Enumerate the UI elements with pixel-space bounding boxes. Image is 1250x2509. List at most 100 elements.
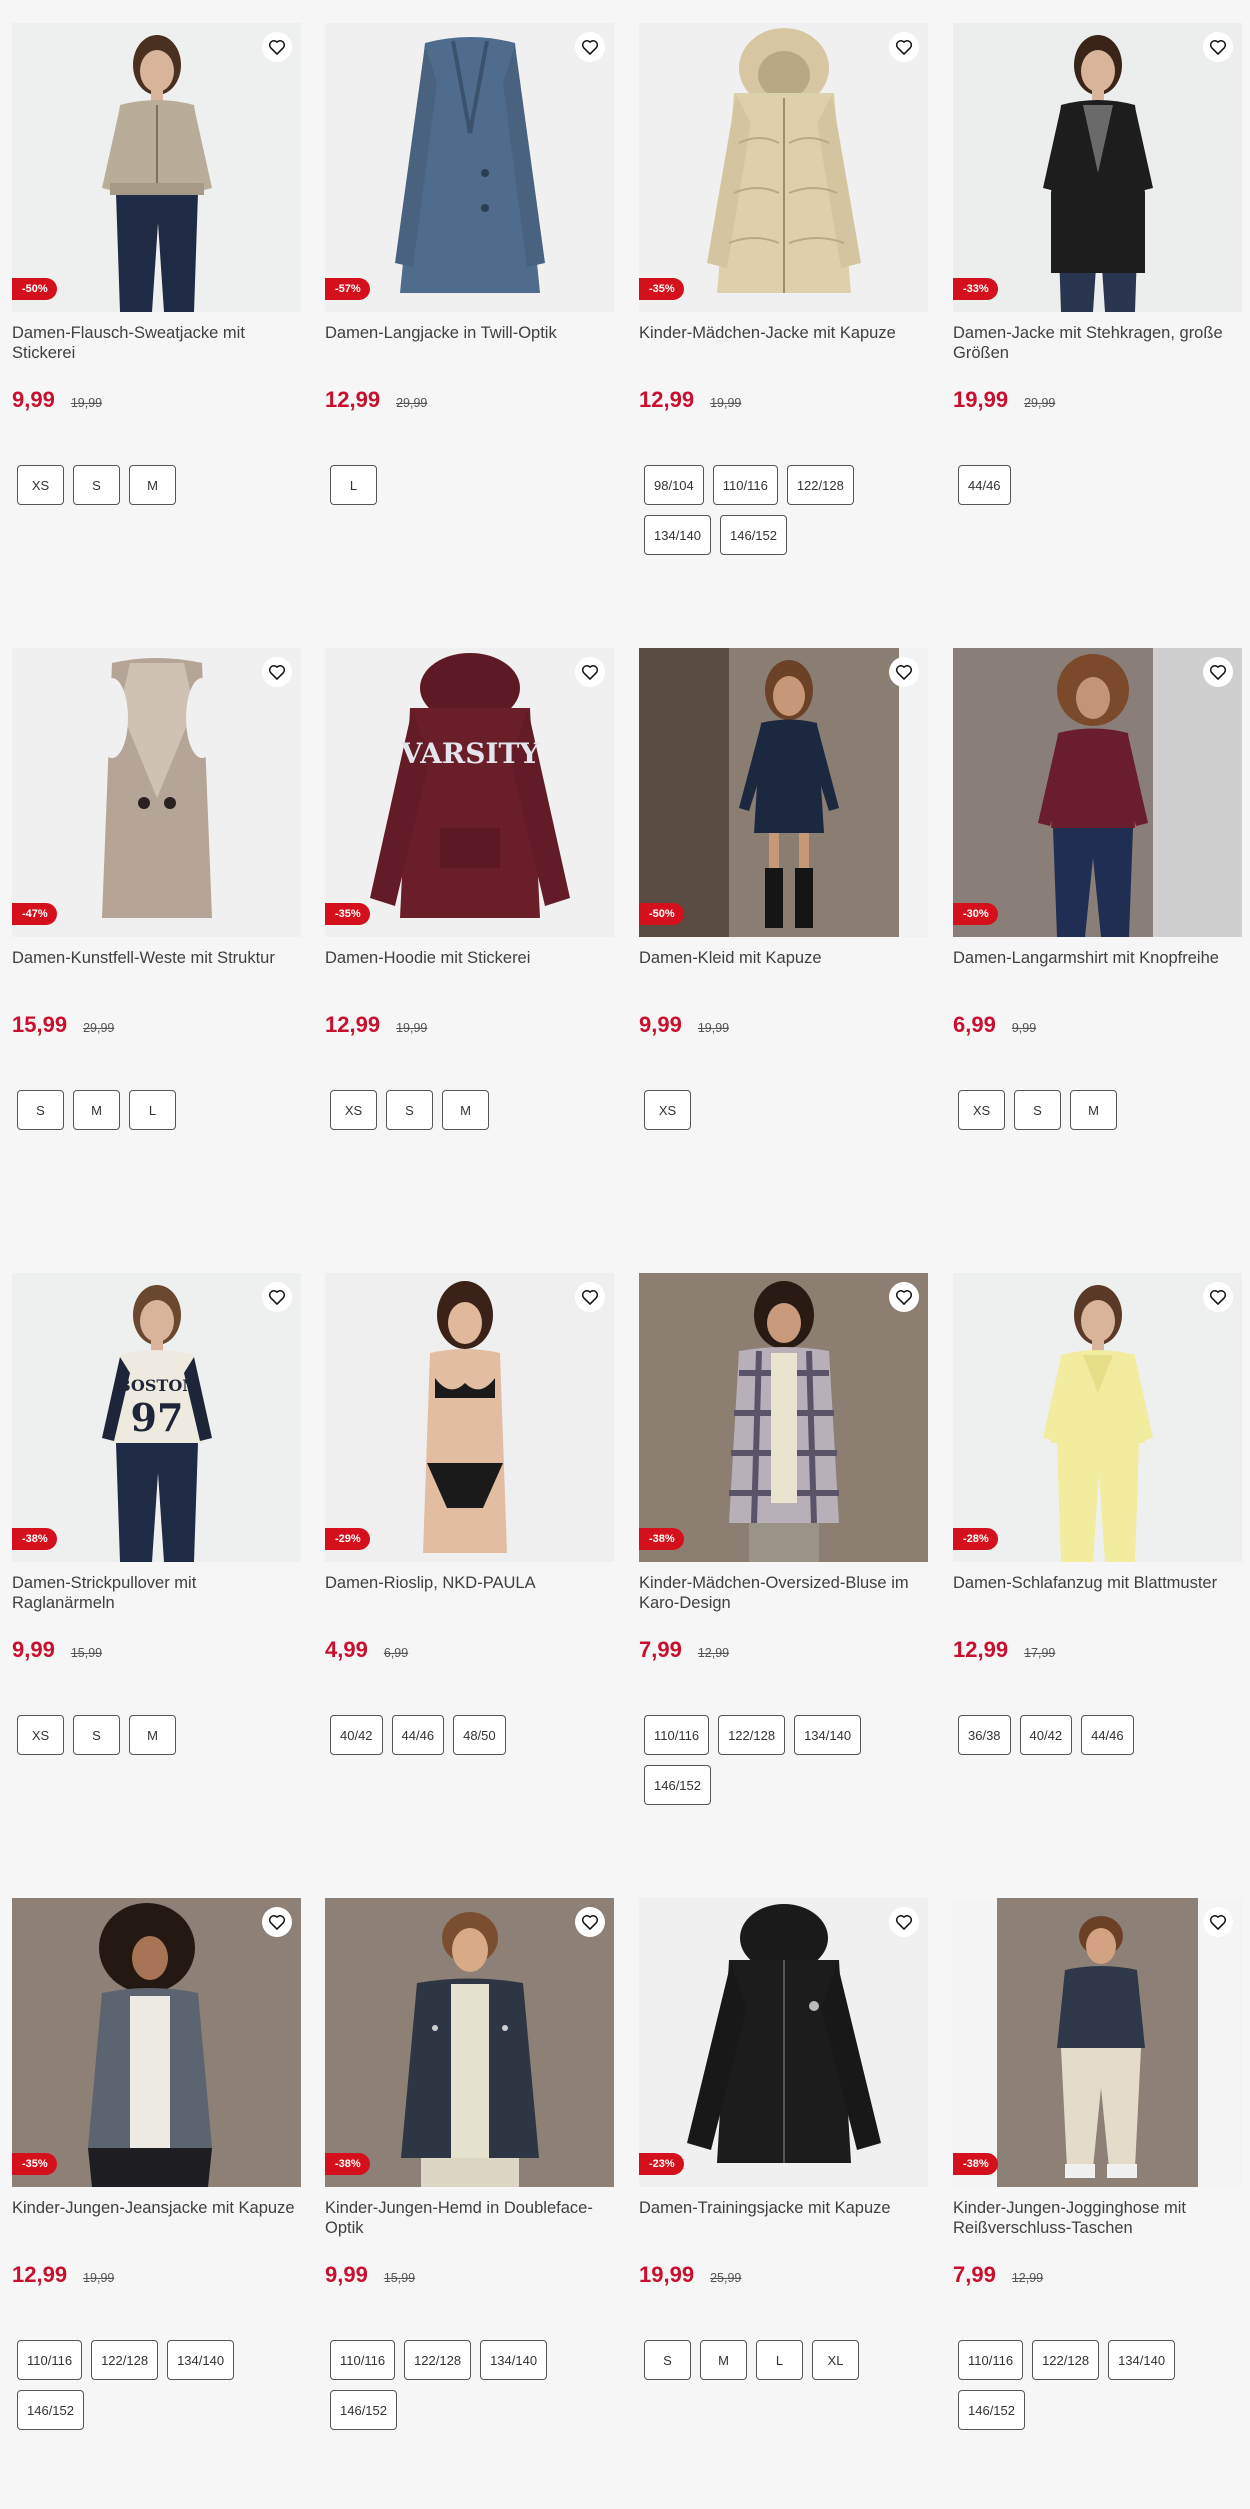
- product-image[interactable]: -33%: [953, 23, 1242, 312]
- wishlist-button[interactable]: [575, 657, 605, 687]
- wishlist-button[interactable]: [1203, 657, 1233, 687]
- product-title[interactable]: Damen-Rioslip, NKD-PAULA: [325, 1573, 614, 1633]
- product-image[interactable]: -38%: [325, 1898, 614, 2187]
- product-title[interactable]: Damen-Schlafanzug mit Blattmuster: [953, 1573, 1242, 1633]
- product-title[interactable]: Kinder-Jungen-Hemd in Doubleface-Optik: [325, 2198, 614, 2258]
- size-option-button[interactable]: 40/42: [1019, 1715, 1073, 1755]
- size-option-button[interactable]: L: [756, 2340, 803, 2380]
- size-option-button[interactable]: M: [129, 465, 176, 505]
- product-image[interactable]: -28%: [953, 1273, 1242, 1562]
- size-option-button[interactable]: 110/116: [330, 2340, 396, 2380]
- product-card[interactable]: -38% Kinder-Jungen-Hemd in Doubleface-Opt…: [325, 1898, 614, 2430]
- product-title[interactable]: Damen-Flausch-Sweatjacke mit Stickerei: [12, 323, 301, 383]
- product-image[interactable]: -35%: [639, 23, 928, 312]
- size-option-button[interactable]: 44/46: [391, 1715, 445, 1755]
- size-option-button[interactable]: XL: [812, 2340, 859, 2380]
- size-option-button[interactable]: 146/152: [644, 1765, 711, 1805]
- product-image[interactable]: -30%: [953, 648, 1242, 937]
- size-option-button[interactable]: M: [442, 1090, 489, 1130]
- product-title[interactable]: Damen-Kleid mit Kapuze: [639, 948, 928, 1008]
- wishlist-button[interactable]: [262, 32, 292, 62]
- product-image[interactable]: -23%: [639, 1898, 928, 2187]
- product-card[interactable]: -28% Damen-Schlafanzug mit Blattmuster 12,…: [953, 1273, 1242, 1755]
- product-title[interactable]: Damen-Hoodie mit Stickerei: [325, 948, 614, 1008]
- size-option-button[interactable]: S: [386, 1090, 433, 1130]
- product-title[interactable]: Damen-Langarmshirt mit Knopfreihe: [953, 948, 1242, 1008]
- size-option-button[interactable]: M: [700, 2340, 747, 2380]
- size-option-button[interactable]: XS: [644, 1090, 691, 1130]
- product-card[interactable]: -29% Damen-Rioslip, NKD-PAULA 4,99 6,99 40/4…: [325, 1273, 614, 1755]
- size-option-button[interactable]: 122/128: [404, 2340, 472, 2380]
- size-option-button[interactable]: 122/128: [1032, 2340, 1100, 2380]
- size-option-button[interactable]: L: [330, 465, 377, 505]
- size-option-button[interactable]: M: [73, 1090, 120, 1130]
- size-option-button[interactable]: S: [644, 2340, 691, 2380]
- product-title[interactable]: Damen-Strickpullover mit Raglanärmeln: [12, 1573, 301, 1633]
- wishlist-button[interactable]: [889, 1907, 919, 1937]
- wishlist-button[interactable]: [262, 1282, 292, 1312]
- size-option-button[interactable]: 44/46: [1081, 1715, 1134, 1755]
- product-image[interactable]: BOSTON 97 -38%: [12, 1273, 301, 1562]
- size-option-button[interactable]: 122/128: [786, 465, 854, 505]
- size-option-button[interactable]: 36/38: [958, 1715, 1011, 1755]
- product-image[interactable]: -35%: [12, 1898, 301, 2187]
- product-card[interactable]: -50% Damen-Flausch-Sweatjacke mit Sticker…: [12, 23, 301, 505]
- size-option-button[interactable]: S: [17, 1090, 64, 1130]
- wishlist-button[interactable]: [575, 1907, 605, 1937]
- product-image[interactable]: -38%: [639, 1273, 928, 1562]
- size-option-button[interactable]: XS: [330, 1090, 377, 1130]
- size-option-button[interactable]: 146/152: [17, 2390, 84, 2430]
- size-option-button[interactable]: 110/116: [644, 1715, 710, 1755]
- product-card[interactable]: -33% Damen-Jacke mit Stehkragen, große Gr…: [953, 23, 1242, 505]
- size-option-button[interactable]: S: [73, 1715, 120, 1755]
- size-option-button[interactable]: 110/116: [17, 2340, 83, 2380]
- product-title[interactable]: Damen-Kunstfell-Weste mit Struktur: [12, 948, 301, 1008]
- size-option-button[interactable]: XS: [958, 1090, 1005, 1130]
- wishlist-button[interactable]: [889, 657, 919, 687]
- size-option-button[interactable]: 48/50: [453, 1715, 506, 1755]
- size-option-button[interactable]: 122/128: [718, 1715, 786, 1755]
- product-title[interactable]: Damen-Jacke mit Stehkragen, große Größen: [953, 323, 1242, 383]
- size-option-button[interactable]: 146/152: [958, 2390, 1025, 2430]
- product-card[interactable]: -57% Damen-Langjacke in Twill-Optik 12,99 2…: [325, 23, 614, 505]
- size-option-button[interactable]: 134/140: [1108, 2340, 1176, 2380]
- wishlist-button[interactable]: [262, 1907, 292, 1937]
- wishlist-button[interactable]: [889, 32, 919, 62]
- product-image[interactable]: -57%: [325, 23, 614, 312]
- size-option-button[interactable]: S: [73, 465, 120, 505]
- wishlist-button[interactable]: [1203, 1907, 1233, 1937]
- wishlist-button[interactable]: [575, 32, 605, 62]
- product-card[interactable]: -35% Kinder-Mädchen-Jacke mit Kapuze 12,99…: [639, 23, 928, 555]
- product-image[interactable]: -50%: [12, 23, 301, 312]
- size-option-button[interactable]: 146/152: [720, 515, 787, 555]
- product-card[interactable]: -23% Damen-Trainingsjacke mit Kapuze 19,99…: [639, 1898, 928, 2380]
- product-card[interactable]: -50% Damen-Kleid mit Kapuze 9,99 19,99 XS: [639, 648, 928, 1130]
- size-option-button[interactable]: 134/140: [480, 2340, 548, 2380]
- size-option-button[interactable]: 134/140: [644, 515, 711, 555]
- product-title[interactable]: Damen-Langjacke in Twill-Optik: [325, 323, 614, 383]
- product-title[interactable]: Kinder-Jungen-Jeansjacke mit Kapuze: [12, 2198, 301, 2258]
- size-option-button[interactable]: L: [129, 1090, 176, 1130]
- size-option-button[interactable]: 98/104: [644, 465, 704, 505]
- product-title[interactable]: Kinder-Jungen-Jogginghose mit Reißversch…: [953, 2198, 1242, 2258]
- product-image[interactable]: -29%: [325, 1273, 614, 1562]
- size-option-button[interactable]: 146/152: [330, 2390, 397, 2430]
- product-title[interactable]: Kinder-Mädchen-Jacke mit Kapuze: [639, 323, 928, 383]
- size-option-button[interactable]: 44/46: [958, 465, 1011, 505]
- wishlist-button[interactable]: [889, 1282, 919, 1312]
- product-image[interactable]: -38%: [953, 1898, 1242, 2187]
- product-card[interactable]: -38% Kinder-Mädchen-Oversized-Bluse im Ka…: [639, 1273, 928, 1805]
- product-card[interactable]: -47% Damen-Kunstfell-Weste mit Struktur 15…: [12, 648, 301, 1130]
- size-option-button[interactable]: 110/116: [958, 2340, 1024, 2380]
- product-image[interactable]: -47%: [12, 648, 301, 937]
- size-option-button[interactable]: M: [129, 1715, 176, 1755]
- size-option-button[interactable]: XS: [17, 1715, 64, 1755]
- size-option-button[interactable]: XS: [17, 465, 64, 505]
- size-option-button[interactable]: 134/140: [794, 1715, 862, 1755]
- wishlist-button[interactable]: [262, 657, 292, 687]
- product-image[interactable]: -50%: [639, 648, 928, 937]
- size-option-button[interactable]: 122/128: [91, 2340, 159, 2380]
- size-option-button[interactable]: S: [1014, 1090, 1061, 1130]
- product-title[interactable]: Kinder-Mädchen-Oversized-Bluse im Karo-D…: [639, 1573, 928, 1633]
- product-card[interactable]: -35% Kinder-Jungen-Jeansjacke mit Kapuze 1…: [12, 1898, 301, 2430]
